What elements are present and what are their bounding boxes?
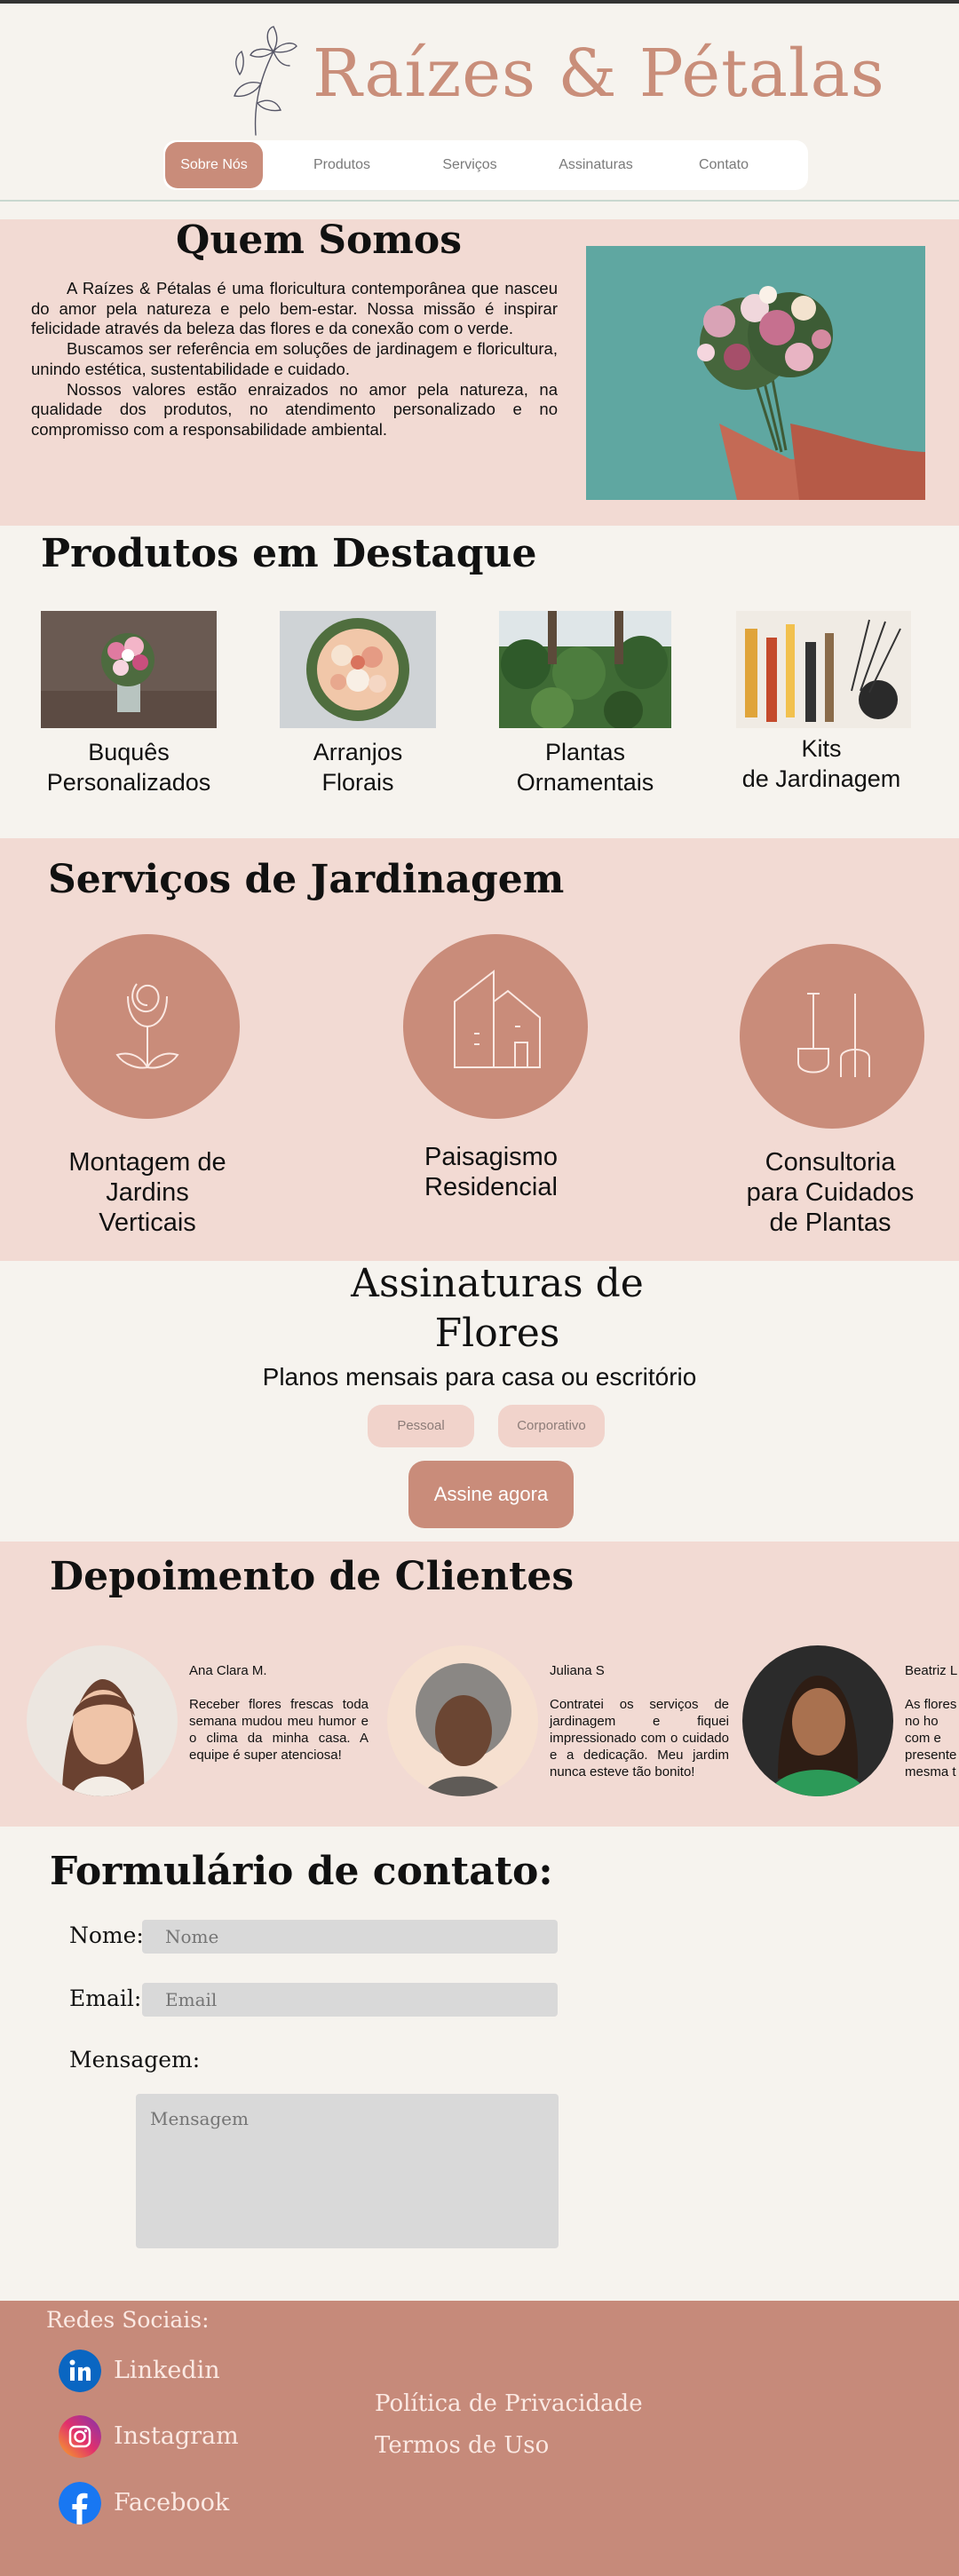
linkedin-icon xyxy=(59,2350,101,2392)
name-label: Nome: xyxy=(69,1922,144,1948)
about-paragraph: A Raízes & Pétalas é uma floricultura co… xyxy=(31,279,558,338)
product-label-arranjos: Arranjos Florais xyxy=(313,739,403,796)
avatar xyxy=(27,1645,178,1796)
testimonial-text: Receber flores frescas toda semana mudou… xyxy=(189,1697,369,1763)
service-circle-consultoria xyxy=(740,944,924,1129)
flower-icon xyxy=(115,983,179,1069)
subscriptions-title: Assinaturas de Flores xyxy=(351,1261,644,1356)
avatar xyxy=(742,1645,893,1796)
testimonial-name: Juliana S xyxy=(550,1663,605,1678)
nav-sobre-nos[interactable]: Sobre Nós xyxy=(165,142,263,188)
service-circle-paisagismo xyxy=(403,934,588,1119)
service-label-consultoria: Consultoria para Cuidados de Plantas xyxy=(746,1148,915,1237)
social-title: Redes Sociais: xyxy=(46,2307,210,2333)
nav-assinaturas[interactable]: Assinaturas xyxy=(547,142,645,188)
email-label: Email: xyxy=(69,1986,142,2011)
service-label-paisagismo: Paisagismo Residencial xyxy=(424,1143,558,1201)
products-title: Produtos em Destaque xyxy=(41,531,537,576)
product-image-plantas xyxy=(499,611,671,728)
privacy-policy-link[interactable]: Política de Privacidade xyxy=(375,2390,643,2417)
contact-title: Formulário de contato: xyxy=(50,1849,553,1894)
avatar xyxy=(387,1645,538,1796)
about-title: Quem Somos xyxy=(176,218,462,263)
flower-logo-icon xyxy=(234,26,297,136)
nav-servicos[interactable]: Serviços xyxy=(421,142,519,188)
social-label: Instagram xyxy=(114,2422,239,2450)
product-label-kits: Kits de Jardinagem xyxy=(741,735,901,792)
house-icon xyxy=(454,969,541,1068)
header-divider xyxy=(0,200,959,202)
plan-option-pessoal[interactable]: Pessoal xyxy=(368,1405,474,1447)
subscribe-button[interactable]: Assine agora xyxy=(408,1461,574,1528)
about-paragraph: Buscamos ser referência em soluções de j… xyxy=(31,339,558,378)
product-image-kits xyxy=(736,611,911,728)
about-text: A Raízes & Pétalas é uma floricultura co… xyxy=(31,279,558,440)
name-input[interactable] xyxy=(142,1920,558,1954)
testimonial-text: As flores no ho com e presente mesma t xyxy=(905,1697,957,1779)
social-label: Facebook xyxy=(114,2489,230,2517)
testimonials-title: Depoimento de Clientes xyxy=(50,1554,575,1599)
product-label-buques: Buquês Personalizados xyxy=(46,739,211,796)
main-nav: Sobre Nós Produtos Serviços Assinaturas … xyxy=(163,140,808,190)
email-input[interactable] xyxy=(142,1983,558,2017)
service-label-jardins: Montagem de Jardins Verticais xyxy=(68,1148,226,1237)
terms-of-use-link[interactable]: Termos de Uso xyxy=(375,2432,549,2459)
nav-contato[interactable]: Contato xyxy=(675,142,773,188)
subscriptions-subtitle: Planos mensais para casa ou escritório xyxy=(262,1363,697,1391)
plan-option-corporativo[interactable]: Corporativo xyxy=(498,1405,605,1447)
product-label-plantas: Plantas Ornamentais xyxy=(516,739,654,796)
garden-tools-icon xyxy=(797,993,870,1077)
services-title: Serviços de Jardinagem xyxy=(48,857,565,902)
product-image-buques xyxy=(41,611,217,728)
instagram-icon xyxy=(59,2415,101,2458)
message-label: Mensagem: xyxy=(69,2047,201,2073)
facebook-icon xyxy=(59,2482,101,2524)
message-textarea[interactable] xyxy=(136,2094,559,2248)
nav-produtos[interactable]: Produtos xyxy=(293,142,391,188)
bouquet-photo xyxy=(586,246,925,500)
testimonial-name: Beatriz L xyxy=(905,1663,958,1678)
testimonial-name: Ana Clara M. xyxy=(189,1663,267,1678)
service-circle-jardins xyxy=(55,934,240,1119)
window-top-border xyxy=(0,0,959,4)
about-paragraph: Nossos valores estão enraizados no amor … xyxy=(31,379,558,439)
product-image-arranjos xyxy=(280,611,436,728)
testimonial-text: Contratei os serviços de jardinagem e fi… xyxy=(550,1697,729,1779)
brand-title: Raízes & Pétalas xyxy=(313,36,885,112)
social-label: Linkedin xyxy=(114,2357,220,2384)
